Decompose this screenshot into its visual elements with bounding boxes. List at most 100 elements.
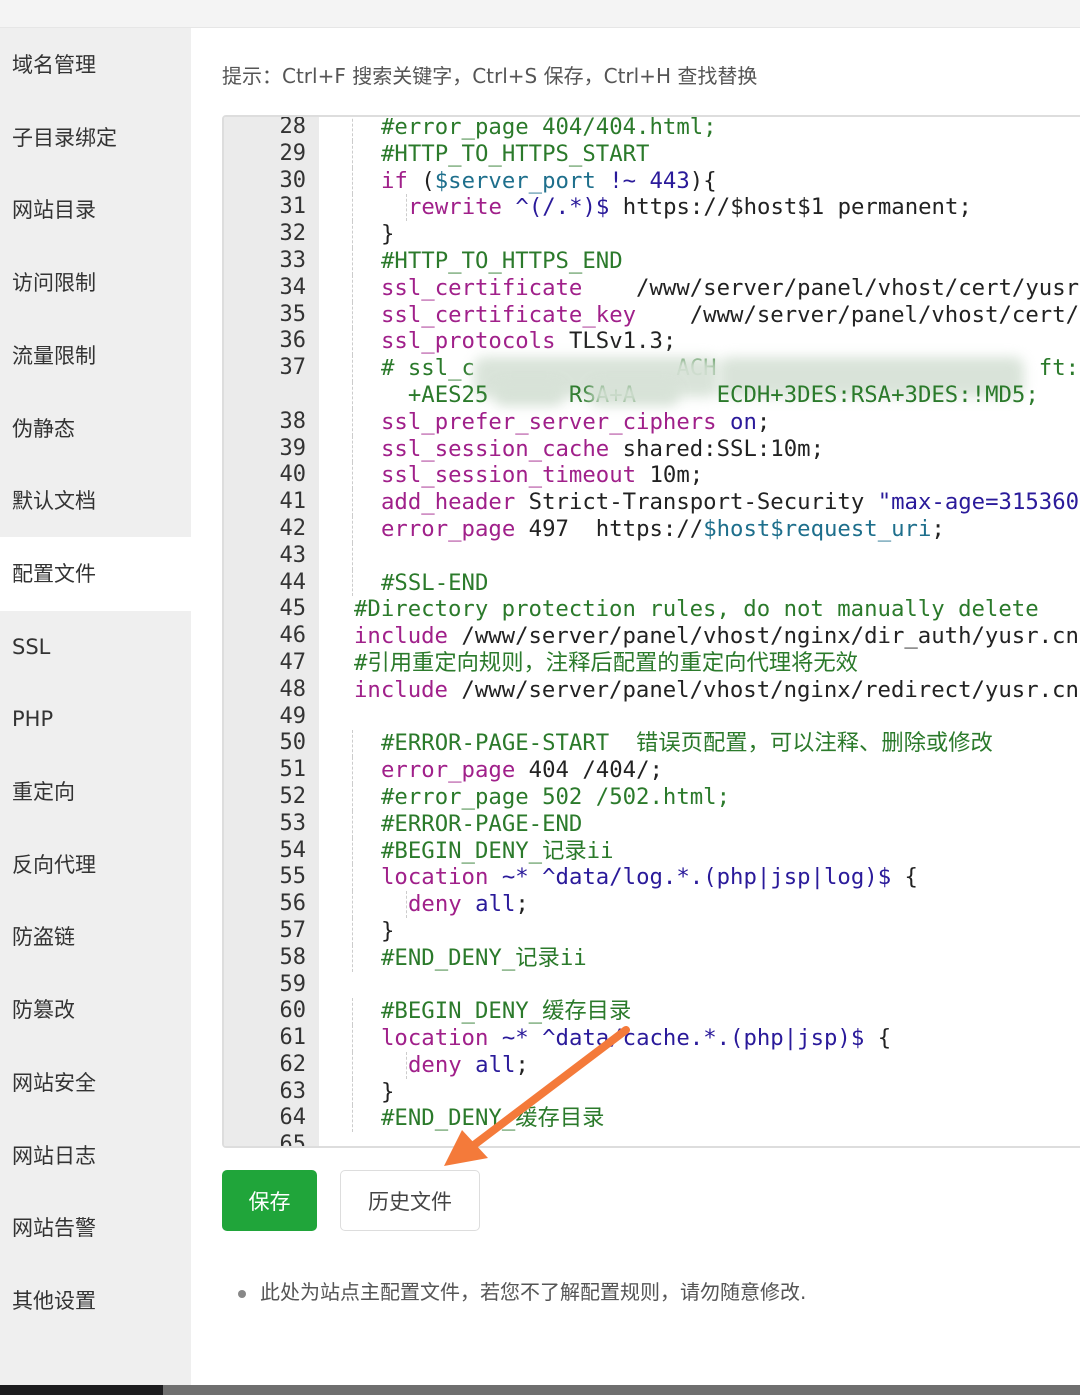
code-line[interactable]: 28 #error_page 404/404.html; [224, 115, 1080, 141]
code-line[interactable]: 59 [224, 972, 1080, 999]
code-editor[interactable]: 28 #error_page 404/404.html; 29 #HTTP_TO_HT… [222, 115, 1080, 1148]
code-line[interactable]: 34 ssl_certificate /www/server/panel/vhos… [224, 274, 1080, 302]
save-button[interactable]: 保存 [222, 1170, 317, 1231]
indent-guide [352, 1105, 353, 1133]
code-line[interactable]: 39 ssl_session_cache shared:SSL:10m; [224, 435, 1080, 463]
code-line[interactable]: 65 [224, 1132, 1080, 1146]
sidebar-item[interactable]: 其他设置 [0, 1264, 191, 1338]
code-text: location ~* ^data/log.*.(php|jsp|log)$ { [381, 864, 918, 891]
code-line[interactable]: 43 [224, 542, 1080, 570]
code-line[interactable]: 60 #BEGIN_DENY_缓存目录 [224, 998, 1080, 1026]
code-line[interactable]: 35 ssl_certificate_key /www/server/panel/… [224, 301, 1080, 329]
code-token: ){ [689, 167, 717, 194]
sidebar-item[interactable]: 防盗链 [0, 900, 191, 974]
code-line[interactable]: 57} [224, 917, 1080, 945]
sidebar-item[interactable]: 访问限制 [0, 246, 191, 320]
sidebar-item[interactable]: 域名管理 [0, 28, 191, 102]
code-token: all [475, 891, 516, 918]
line-number: 46 [279, 623, 307, 649]
sidebar-item[interactable]: 子目录绑定 [0, 101, 191, 175]
line-number: 31 [279, 194, 307, 220]
code-line[interactable]: 30 if ($server_port !~ 443){ [224, 167, 1080, 195]
line-number: 40 [279, 462, 307, 488]
indent-guide [352, 864, 353, 892]
indent-guide [352, 1051, 353, 1079]
sidebar-item[interactable]: 网站目录 [0, 173, 191, 247]
sidebar-item[interactable]: 防篡改 [0, 973, 191, 1047]
code-token: ^(/.*)$ [501, 194, 610, 221]
code-line[interactable]: 56 deny all; [224, 891, 1080, 918]
code-token: Strict-Transport-Security [515, 489, 878, 516]
code-line[interactable]: 32} [224, 221, 1080, 248]
history-file-button[interactable]: 历史文件 [340, 1170, 480, 1231]
code-line[interactable]: 50 #ERROR-PAGE-START 错误页配置，可以注释、删除或修改 [224, 730, 1080, 758]
indent-guide [352, 408, 353, 436]
code-line[interactable]: 29 #HTTP_TO_HTTPS_START [224, 140, 1080, 168]
sidebar-item[interactable]: 默认文档 [0, 464, 191, 538]
code-line[interactable]: 33 #HTTP_TO_HTTPS_END [224, 247, 1080, 275]
redaction-blur [494, 381, 564, 406]
code-line[interactable]: 64 #END_DENY_缓存目录 [224, 1105, 1080, 1133]
line-number: 60 [279, 998, 307, 1024]
sidebar-item[interactable]: 配置文件 [0, 536, 191, 611]
code-line[interactable]: 48 include /www/server/panel/vhost/nginx/… [224, 677, 1080, 704]
code-token: ; [756, 408, 771, 435]
redaction-blur [589, 381, 679, 406]
code-text: location ~* ^data/cache.*.(php|jsp)$ { [381, 1025, 891, 1052]
code-line[interactable]: 42 error_page 497 https://$host$request_u… [224, 515, 1080, 543]
sidebar-item[interactable]: PHP [0, 682, 191, 756]
code-line[interactable]: 53 #ERROR-PAGE-END [224, 810, 1080, 838]
indent-guide [352, 247, 353, 275]
code-line[interactable]: 41 add_header Strict-Transport-Security "… [224, 489, 1080, 516]
code-line[interactable]: 62 deny all; [224, 1051, 1080, 1079]
code-token: $host$request_uri [703, 515, 932, 542]
code-line[interactable]: 55 location ~* ^data/log.*.(php|jsp|log)$… [224, 864, 1080, 892]
sidebar-item[interactable]: 重定向 [0, 755, 191, 829]
code-token: 497 https:// [515, 515, 704, 542]
indent-guide [352, 757, 353, 784]
code-line[interactable]: 47 #引用重定向规则，注释后配置的重定向代理将无效 [224, 650, 1080, 677]
sidebar-item[interactable]: 网站日志 [0, 1119, 191, 1193]
sidebar-item[interactable]: 网站安全 [0, 1046, 191, 1120]
code-token: #SSL-END [381, 569, 489, 596]
code-line[interactable]: 61 location ~* ^data/cache.*.(php|jsp)$ { [224, 1025, 1080, 1052]
sidebar-item[interactable]: SSL [0, 610, 191, 684]
code-line[interactable]: +AES25 RSA+A ECDH+3DES:RSA+3DES:!MD5; [224, 381, 1080, 409]
code-token: ~* ^data/cache.*.(php|jsp)$ [488, 1025, 865, 1052]
code-line[interactable]: 45 #Directory protection rules, do not ma… [224, 596, 1080, 623]
code-line[interactable]: 46 include /www/server/panel/vhost/nginx/… [224, 623, 1080, 650]
code-text: deny all; [408, 1052, 529, 1079]
line-number: 48 [279, 676, 307, 702]
code-text: ssl_certificate /www/server/panel/vhost/… [381, 275, 1080, 302]
code-token: #HTTP_TO_HTTPS_END [381, 247, 623, 274]
code-token: shared:SSL:10m; [609, 435, 825, 462]
code-line[interactable]: 63} [224, 1078, 1080, 1106]
line-number: 39 [279, 435, 307, 461]
code-line[interactable]: 51 error_page 404 /404/; [224, 757, 1080, 784]
indent-guide [352, 944, 353, 972]
code-token: #error_page 404/404.html; [381, 115, 717, 140]
code-token: } [381, 1078, 395, 1105]
code-line[interactable]: 36 ssl_protocols TLSv1.3; [224, 328, 1080, 356]
code-token: #引用重定向规则，注释后配置的重定向代理将无效 [354, 649, 858, 676]
code-line[interactable]: 38 ssl_prefer_server_ciphers on; [224, 408, 1080, 436]
code-line[interactable]: 37# ssl_c ACH ft:E [224, 355, 1080, 398]
code-line[interactable]: 52 #error_page 502 /502.html; [224, 783, 1080, 811]
code-token: location [381, 864, 489, 891]
config-warning-note: 此处为站点主配置文件，若您不了解配置规则，请勿随意修改. [238, 1276, 806, 1305]
code-lines[interactable]: 28 #error_page 404/404.html; 29 #HTTP_TO_HT… [224, 115, 1080, 1146]
code-line[interactable]: 44 #SSL-END [224, 569, 1080, 597]
code-text: rewrite ^(/.*)$ https://$host$1 permanen… [408, 194, 972, 221]
sidebar-item[interactable]: 网站告警 [0, 1191, 191, 1265]
sidebar-item[interactable]: 流量限制 [0, 319, 191, 393]
code-token: /www/server/panel/vhost/nginx/dir_auth/y… [461, 623, 1080, 650]
code-line[interactable]: 49 [224, 704, 1080, 731]
code-line[interactable]: 54 #BEGIN_DENY_记录ii [224, 837, 1080, 865]
code-line[interactable]: 40 ssl_session_timeout 10m; [224, 462, 1080, 490]
sidebar-item[interactable]: 反向代理 [0, 828, 191, 902]
sidebar-item[interactable]: 伪静态 [0, 392, 191, 466]
indent-guide [406, 194, 407, 222]
code-line[interactable]: 58 #END_DENY_记录ii [224, 944, 1080, 972]
code-line[interactable]: 31 rewrite ^(/.*)$ https://$host$1 perman… [224, 194, 1080, 222]
